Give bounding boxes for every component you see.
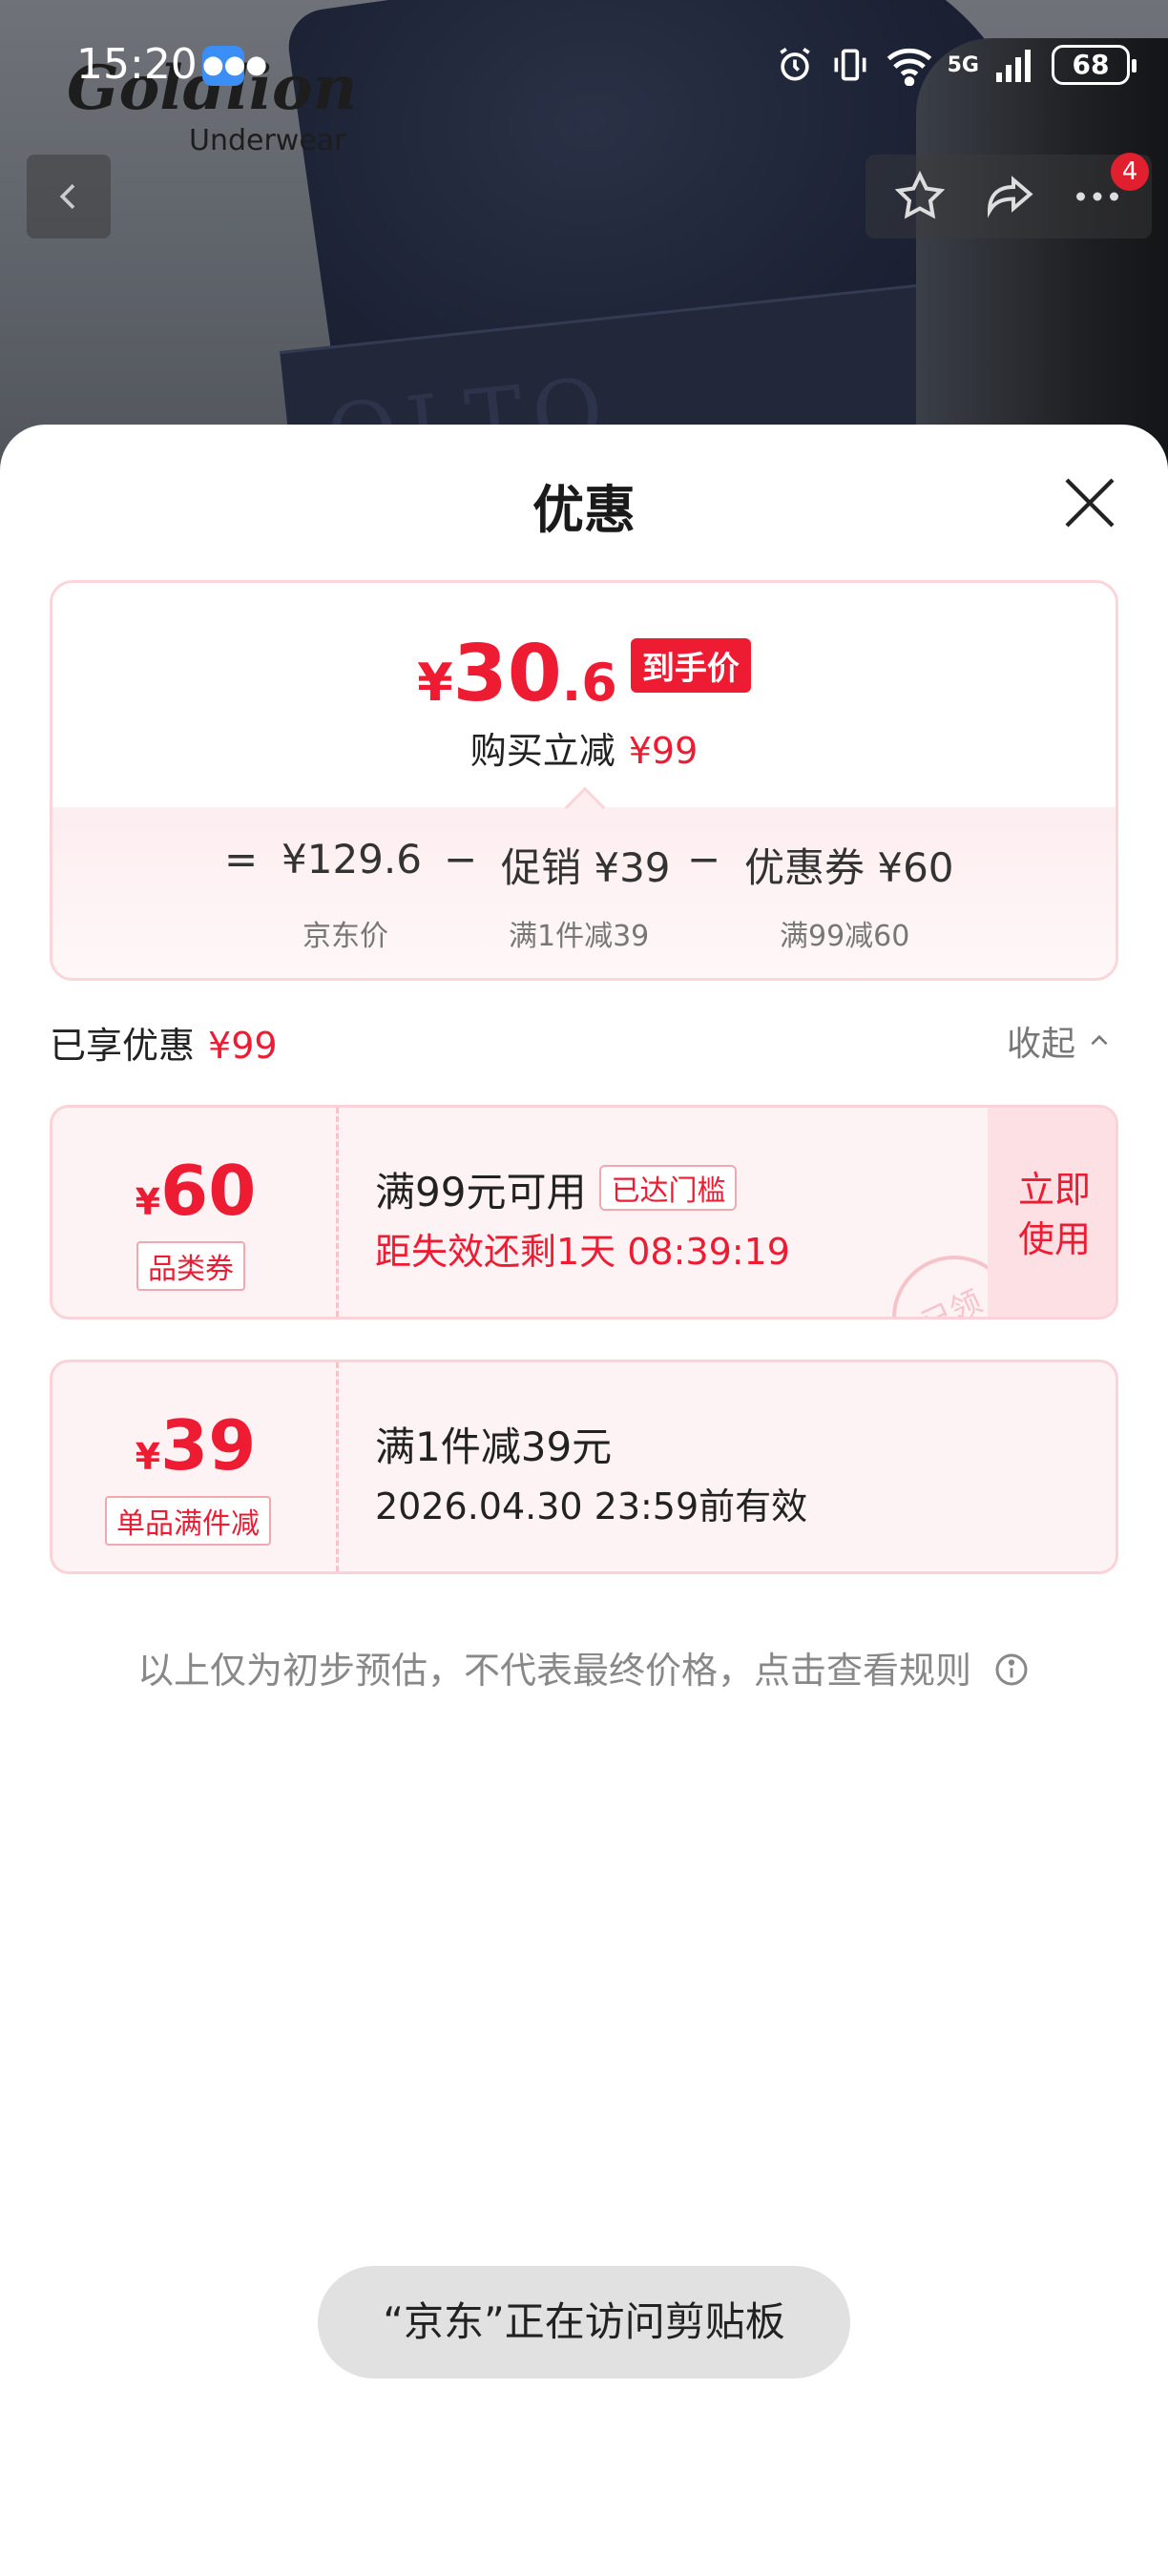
brand-sub: Underwear <box>189 124 346 157</box>
final-price: ¥30.6 到手价 <box>52 629 1116 719</box>
promo-label: 满1件减39 <box>509 920 650 953</box>
coupon-condition: 满99元可用 已达门槛 <box>375 1160 738 1218</box>
product-edge <box>916 38 1168 477</box>
signal-icon <box>996 50 1031 82</box>
saved-amount: ¥99 <box>628 730 699 772</box>
star-icon[interactable] <box>891 168 949 225</box>
enjoyed-amount: ¥99 <box>208 1025 278 1067</box>
minus-sign-2: − <box>687 836 721 883</box>
coupon-card: ¥60 品类券 满99元可用 已达门槛 距失效还剩1天 08:39:19 已领 立… <box>50 1105 1118 1319</box>
cart-badge: 4 <box>1111 153 1149 191</box>
message-notification-icon: ●●● <box>202 46 267 86</box>
equals-sign: = <box>224 836 259 883</box>
collapse-label: 收起 <box>1007 1025 1076 1064</box>
network-type: 5G <box>947 52 979 77</box>
jd-price: ¥129.6 <box>282 836 422 883</box>
coupon-value: ¥60 <box>135 1151 257 1231</box>
coupon-validity: 2026.04.30 23:59前有效 <box>375 1485 808 1527</box>
rules-link[interactable]: 以上仅为初步预估，不代表最终价格，点击查看规则 <box>0 1641 1168 1693</box>
price-summary-card: ¥30.6 到手价 购买立减 ¥99 = ¥129.6 − 促销 ¥39 − 优惠券… <box>50 580 1118 981</box>
coupon-countdown: 距失效还剩1天 08:39:19 <box>375 1231 790 1273</box>
saved-line: 购买立减 ¥99 <box>52 721 1116 774</box>
coupon-value: ¥39 <box>135 1405 257 1485</box>
enjoyed-discount: 已享优惠 ¥99 <box>50 1016 278 1069</box>
wifi-icon <box>886 48 931 86</box>
sheet-title: 优惠 <box>532 480 636 540</box>
jd-price-label: 京东价 <box>302 920 388 953</box>
coupon-amount: 优惠券 ¥60 <box>744 844 954 891</box>
promo-amount: 促销 ¥39 <box>501 844 671 891</box>
clipboard-toast: “京东”正在访问剪贴板 <box>318 2266 850 2379</box>
collapse-button[interactable]: 收起 <box>1007 1016 1112 1066</box>
price-breakdown: = ¥129.6 − 促销 ¥39 − 优惠券 ¥60 京东价 满1件减39 满… <box>52 807 1116 978</box>
coupon-card: ¥39 单品满件减 满1件减39元 2026.04.30 23:59前有效 <box>50 1360 1118 1574</box>
alarm-icon <box>779 47 810 81</box>
top-actions <box>866 155 1152 239</box>
chevron-up-icon <box>1091 1034 1108 1046</box>
threshold-tag: 已达门槛 <box>599 1165 738 1211</box>
coupon-type: 品类券 <box>136 1241 245 1291</box>
status-time: 15:20 <box>76 40 198 89</box>
battery-indicator: 68 <box>1052 45 1137 85</box>
saved-label: 购买立减 <box>469 730 615 772</box>
use-now-button[interactable]: 立即 使用 <box>988 1108 1116 1317</box>
final-price-tag: 到手价 <box>630 638 751 693</box>
share-icon[interactable] <box>980 168 1037 225</box>
discount-sheet: 优惠 ¥30.6 到手价 购买立减 ¥99 = ¥129.6 − 促销 ¥39 − … <box>0 425 1168 2576</box>
back-button[interactable] <box>27 155 111 239</box>
minus-sign-1: − <box>444 836 478 883</box>
coupon-type: 单品满件减 <box>105 1496 271 1546</box>
status-icons: 5G 68 <box>774 44 1137 86</box>
close-icon[interactable] <box>1059 472 1120 533</box>
coupon-condition: 满1件减39元 <box>375 1423 613 1470</box>
vibrate-icon <box>834 49 866 81</box>
info-icon <box>995 1653 1028 1686</box>
disclaimer-text: 以上仅为初步预估，不代表最终价格，点击查看规则 <box>136 1650 971 1692</box>
enjoyed-label: 已享优惠 <box>50 1025 196 1067</box>
chevron-left-icon <box>59 184 75 209</box>
coupon-label: 满99减60 <box>780 920 910 953</box>
